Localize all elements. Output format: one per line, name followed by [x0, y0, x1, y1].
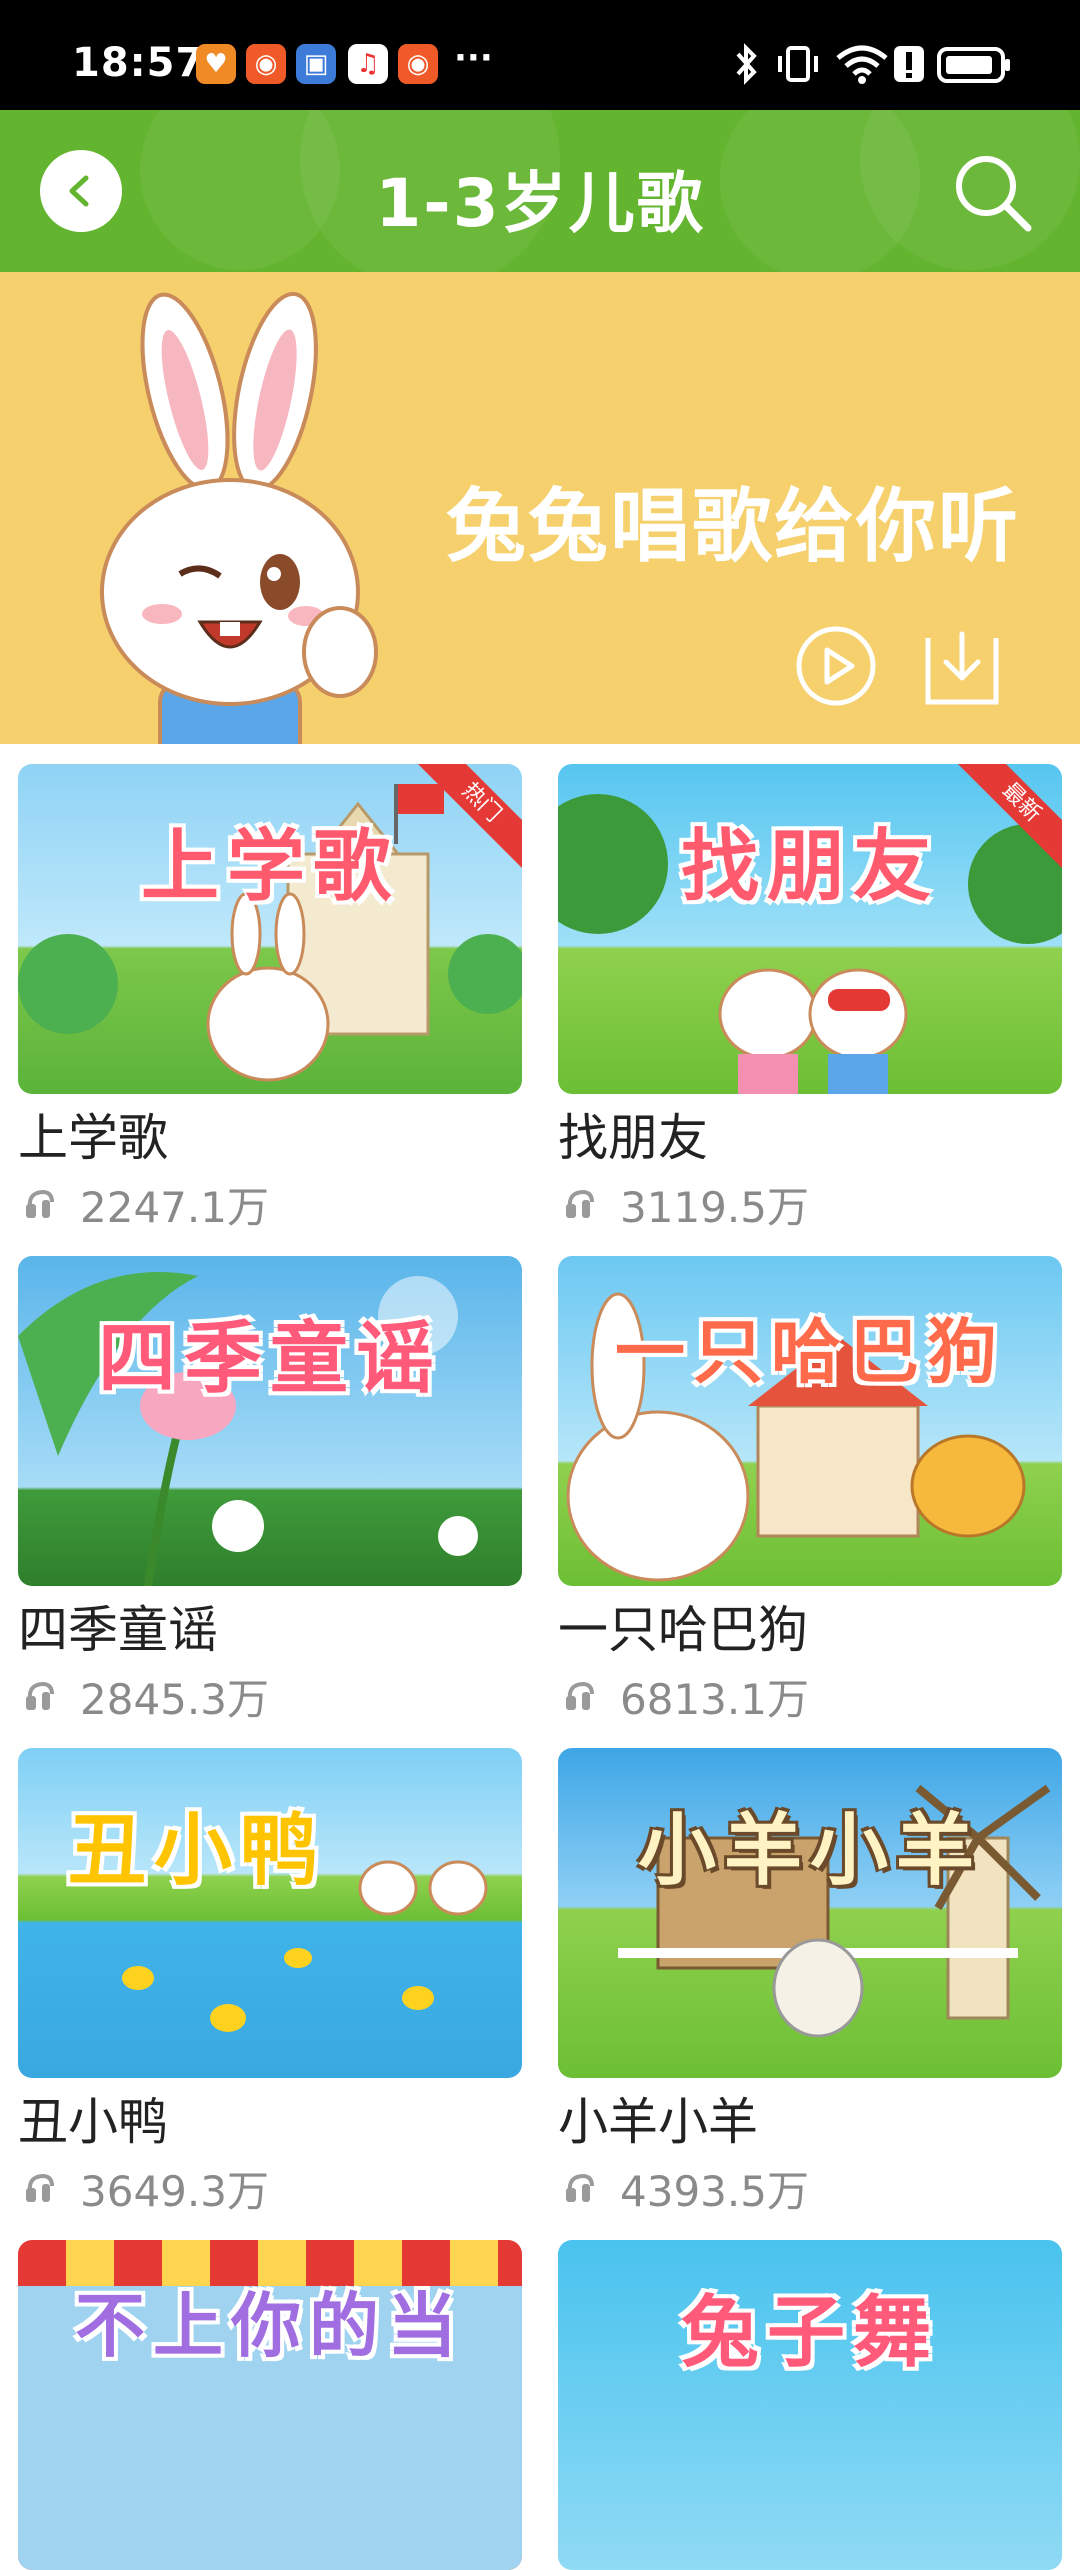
- song-thumbnail: 上学歌 热门: [18, 764, 522, 1094]
- song-card[interactable]: 找朋友 最新 找朋友 3119.5万: [558, 764, 1062, 1232]
- song-card[interactable]: 丑小鸭 丑小鸭 3649.3万: [18, 1748, 522, 2216]
- status-bar: 18:57 ♥ ◉ ▣ ♫ ◉ ···: [0, 0, 1080, 110]
- song-thumbnail: 四季童谣: [18, 1256, 522, 1586]
- play-count-value: 6813.1万: [620, 1674, 809, 1724]
- headphone-icon: [26, 1189, 54, 1218]
- vibrate-icon: [778, 46, 818, 82]
- banner-title: 兔兔唱歌给你听: [446, 480, 1020, 573]
- song-card[interactable]: 一只哈巴狗 一只哈巴狗 6813.1万: [558, 1256, 1062, 1724]
- song-thumbnail: 找朋友 最新: [558, 764, 1062, 1094]
- thumbnail-title: 找朋友: [680, 822, 939, 912]
- play-count-value: 2247.1万: [80, 1182, 269, 1232]
- song-title: 一只哈巴狗: [558, 1601, 808, 1659]
- kuaishou-icon: ◉: [246, 44, 286, 84]
- thumbnail-title: 上学歌: [140, 822, 399, 912]
- headphone-icon: [26, 1681, 54, 1710]
- song-thumbnail: 小羊小羊: [558, 1748, 1062, 2078]
- play-count: 4393.5万: [558, 2160, 1062, 2216]
- thumbnail-title: 兔子舞: [680, 2288, 939, 2378]
- wifi-icon: [836, 45, 888, 84]
- heart-app-icon: ♥: [196, 44, 236, 84]
- headphone-icon: [566, 1189, 594, 1218]
- song-thumbnail: 不上你的当: [18, 2240, 522, 2570]
- thumbnail-title: 丑小鸭: [68, 1806, 327, 1896]
- featured-banner[interactable]: 兔兔唱歌给你听: [0, 272, 1080, 744]
- song-title: 小羊小羊: [558, 2093, 758, 2151]
- thumbnail-title: 四季童谣: [97, 1314, 442, 1404]
- play-count-value: 2845.3万: [80, 1674, 269, 1724]
- song-card[interactable]: 不上你的当: [18, 2240, 522, 2570]
- play-count: 2845.3万: [18, 1668, 522, 1724]
- headphone-icon: [566, 1681, 594, 1710]
- play-count-value: 4393.5万: [620, 2166, 809, 2216]
- play-icon[interactable]: [794, 624, 878, 708]
- play-count: 3119.5万: [558, 1176, 1062, 1232]
- song-title: 上学歌: [18, 1109, 168, 1167]
- kuaishou-icon: ◉: [398, 44, 438, 84]
- alert-icon: [894, 46, 924, 82]
- thumbnail-title: 不上你的当: [75, 2285, 465, 2367]
- bluetooth-icon: [736, 43, 757, 85]
- play-count-value: 3649.3万: [80, 2166, 269, 2216]
- song-card[interactable]: 上学歌 热门 上学歌 2247.1万: [18, 764, 522, 1232]
- music-icon: ♫: [348, 44, 388, 84]
- song-thumbnail: 一只哈巴狗: [558, 1256, 1062, 1586]
- thumbnail-title: 小羊小羊: [637, 1806, 982, 1896]
- search-icon[interactable]: [948, 148, 1038, 238]
- download-icon[interactable]: [920, 624, 1004, 708]
- song-title: 丑小鸭: [18, 2093, 168, 2151]
- more-notifications-icon: ···: [454, 38, 493, 78]
- song-thumbnail: 丑小鸭: [18, 1748, 522, 2078]
- play-count: 6813.1万: [558, 1668, 1062, 1724]
- header-bar: 1-3岁儿歌: [0, 110, 1080, 272]
- headphone-icon: [566, 2173, 594, 2202]
- play-count: 2247.1万: [18, 1176, 522, 1232]
- page-title: 1-3岁儿歌: [375, 165, 705, 242]
- headphone-icon: [26, 2173, 54, 2202]
- battery-icon: [937, 47, 1010, 83]
- status-time: 18:57: [72, 40, 205, 86]
- thumbnail-title: 一只哈巴狗: [615, 1311, 1005, 1393]
- app-icon: ▣: [296, 44, 336, 84]
- song-card[interactable]: 兔子舞: [558, 2240, 1062, 2570]
- song-card[interactable]: 四季童谣 四季童谣 2845.3万: [18, 1256, 522, 1724]
- song-title: 找朋友: [558, 1109, 708, 1167]
- play-count: 3649.3万: [18, 2160, 522, 2216]
- bunny-illustration: [100, 292, 378, 744]
- song-card[interactable]: 小羊小羊 小羊小羊 4393.5万: [558, 1748, 1062, 2216]
- play-count-value: 3119.5万: [620, 1182, 809, 1232]
- song-thumbnail: 兔子舞: [558, 2240, 1062, 2570]
- song-title: 四季童谣: [18, 1601, 218, 1659]
